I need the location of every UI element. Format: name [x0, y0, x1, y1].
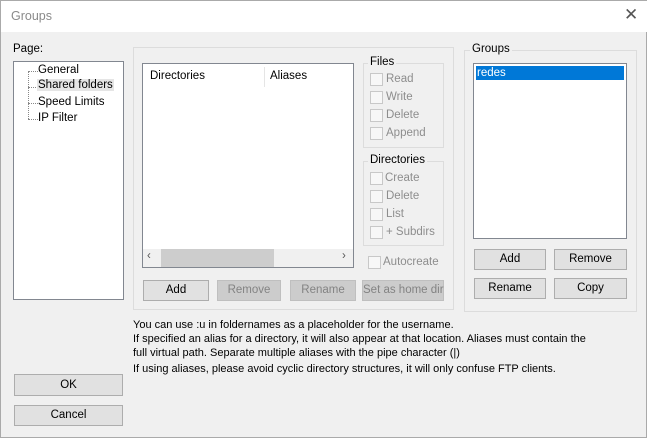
scroll-left-icon[interactable]: ‹ — [147, 250, 151, 262]
cancel-button[interactable]: Cancel — [14, 405, 123, 426]
files-label: Files — [368, 56, 397, 68]
set-home-dir-button[interactable]: Set as home dir — [362, 280, 444, 301]
column-directories[interactable]: Directories — [150, 70, 205, 82]
list-checkbox[interactable] — [370, 208, 383, 221]
create-label: Create — [385, 172, 420, 184]
file-delete-checkbox[interactable] — [370, 109, 383, 122]
directories-list[interactable]: Directories Aliases ‹ › — [142, 63, 354, 268]
write-checkbox[interactable] — [370, 91, 383, 104]
create-checkbox[interactable] — [370, 172, 383, 185]
info-text-1: You can use :u in foldernames as a place… — [133, 319, 454, 331]
rename-directory-button[interactable]: Rename — [290, 280, 356, 301]
autocreate-label: Autocreate — [383, 256, 439, 268]
info-text-4: If using aliases, please avoid cyclic di… — [133, 363, 556, 375]
tree-item-speed-limits[interactable]: Speed Limits — [38, 96, 104, 108]
read-checkbox[interactable] — [370, 73, 383, 86]
remove-directory-button[interactable]: Remove — [217, 280, 281, 301]
list-label: List — [386, 208, 404, 220]
directories-label: Directories — [368, 154, 427, 166]
title-bar — [1, 1, 647, 32]
copy-group-button[interactable]: Copy — [554, 278, 627, 299]
remove-group-button[interactable]: Remove — [554, 249, 627, 270]
groups-list[interactable]: redes — [473, 63, 627, 239]
ok-button[interactable]: OK — [14, 374, 123, 396]
read-label: Read — [386, 73, 414, 85]
horizontal-scrollbar[interactable]: ‹ › — [143, 249, 353, 267]
add-group-button[interactable]: Add — [474, 249, 546, 270]
tree-item-general[interactable]: General — [38, 64, 79, 76]
add-directory-button[interactable]: Add — [143, 280, 209, 301]
page-label: Page: — [13, 43, 44, 55]
dir-delete-label: Delete — [386, 190, 420, 202]
append-label: Append — [386, 127, 426, 139]
groups-label: Groups — [470, 43, 512, 55]
append-checkbox[interactable] — [370, 127, 383, 140]
file-delete-label: Delete — [386, 109, 420, 121]
tree-item-shared-folders[interactable]: Shared folders — [37, 79, 114, 91]
scrollbar-thumb[interactable] — [161, 249, 274, 267]
subdirs-label: + Subdirs — [386, 226, 435, 238]
close-icon[interactable]: ✕ — [624, 5, 638, 25]
column-aliases[interactable]: Aliases — [270, 70, 307, 82]
group-item-selected[interactable]: redes — [476, 66, 624, 80]
info-text-2: If specified an alias for a directory, i… — [133, 333, 586, 345]
subdirs-checkbox[interactable] — [370, 226, 383, 239]
dir-delete-checkbox[interactable] — [370, 190, 383, 203]
info-text-3: full virtual path. Separate multiple ali… — [133, 347, 460, 359]
window-title: Groups — [11, 9, 52, 23]
write-label: Write — [386, 91, 413, 103]
scroll-right-icon[interactable]: › — [342, 250, 346, 262]
page-tree[interactable]: General Shared folders Speed Limits IP F… — [13, 61, 124, 300]
autocreate-checkbox[interactable] — [368, 256, 381, 269]
rename-group-button[interactable]: Rename — [474, 278, 546, 299]
tree-item-ip-filter[interactable]: IP Filter — [38, 112, 77, 124]
